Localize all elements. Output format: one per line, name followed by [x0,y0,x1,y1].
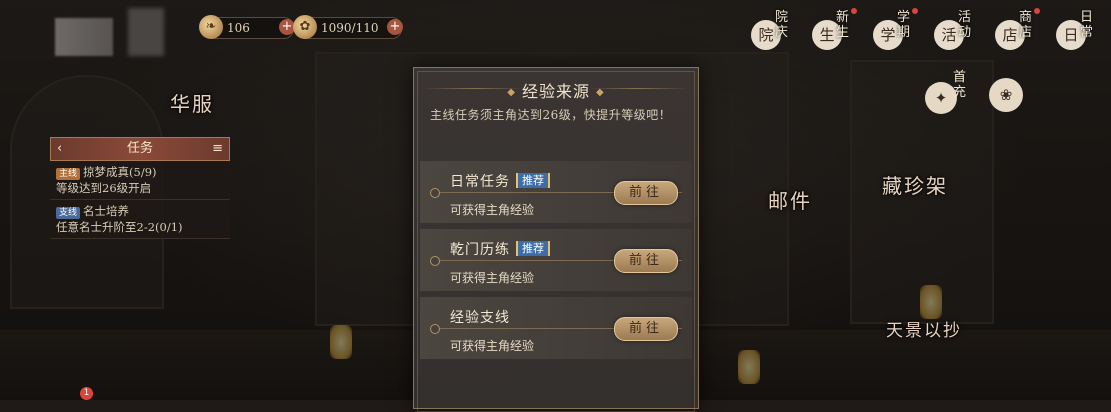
stamina-counter: ❧ 106 + [199,15,295,39]
nav-label: 新生 [836,10,850,40]
task-requirement: 任意名士升阶至2-2(0/1) [56,220,183,234]
stamina-value: 106 [227,21,250,35]
dialog-subtitle: 主线任务须主角达到26级，快提升等级吧！ [430,108,672,122]
mail-label[interactable]: 邮件 [768,185,812,214]
nav-label: 日常 [1080,10,1094,40]
ornament-icon: ◆ [507,87,516,98]
side-quest-tag: 支线 [56,207,81,219]
recommended-tag: 推荐 [516,241,550,256]
row-bullet [430,188,440,198]
source-row-exp-side[interactable]: 经验支线 可获得主角经验 前往 [420,297,692,359]
nav-shop[interactable]: 店 商店 [989,6,1044,56]
extra-side-button[interactable]: ❀ [989,78,1023,112]
go-button[interactable]: 前往 [614,317,678,341]
task-panel-header[interactable]: ‹ 任务 ≡ [50,137,230,161]
energy-value: 1090/110 [321,21,379,35]
nav-activity[interactable]: 活 活动 [928,6,983,56]
task-item-main[interactable]: 主线 掠梦成真(5/9) 等级达到26级开启 [50,161,230,200]
source-row-daily[interactable]: 日常任务 推荐 可获得主角经验 前往 [420,161,692,223]
main-quest-tag: 主线 [56,168,81,180]
menu-icon[interactable]: ≡ [212,138,223,160]
task-item-side[interactable]: 支线 名士培养 任意名士升阶至2-2(0/1) [50,200,230,239]
nav-daily[interactable]: 日 日常 [1050,6,1105,56]
notification-badge: 1 [80,387,93,400]
dialog-title: 经验来源 [521,82,590,101]
nav-label: 院庆 [775,10,789,40]
source-name: 乾门历练 推荐 [450,239,550,259]
top-navigation: 院 院庆 生 新生 学 学期 活 活动 店 商店 日 日常 [745,6,1105,56]
row-bullet [430,256,440,266]
nav-label: 学期 [897,10,911,40]
recommended-tag: 推荐 [516,173,550,188]
source-name-text: 日常任务 [450,174,510,190]
nav-label: 商店 [1019,10,1033,40]
add-energy-button[interactable]: + [387,19,403,35]
tianjing-label[interactable]: 天景以抄 [886,316,962,341]
player-avatar[interactable] [55,18,113,56]
nav-newborn[interactable]: 生 新生 [806,6,861,56]
task-requirement: 等级达到26级开启 [56,181,152,195]
dialog-title-wrap: ◆ 经验来源 ◆ [414,78,698,102]
first-charge-label: 首充 [953,70,967,100]
costume-label[interactable]: 华服 [170,88,214,117]
treasure-rack-label[interactable]: 藏珍架 [882,170,948,199]
source-desc: 可获得主角经验 [450,339,535,353]
task-title: 掠梦成真(5/9) [83,165,157,179]
notification-dot [1034,8,1040,14]
source-desc: 可获得主角经验 [450,271,535,285]
row-bullet [430,324,440,334]
source-name: 日常任务 推荐 [450,171,550,191]
energy-counter: ✿ 1090/110 + [293,15,403,39]
source-name-text: 乾门历练 [450,242,510,258]
source-name: 经验支线 [450,310,510,326]
notification-dot [912,8,918,14]
nav-courtyard[interactable]: 院 院庆 [745,6,800,56]
player-name-blurred [128,8,164,56]
notification-dot [851,8,857,14]
nav-semester[interactable]: 学 学期 [867,6,922,56]
leaf-icon: ❧ [199,15,223,39]
nav-label: 活动 [958,10,972,40]
lotus-icon: ❀ [999,86,1013,104]
go-button[interactable]: 前往 [614,249,678,273]
first-charge-button[interactable]: ✦ 首充 [925,70,975,120]
task-panel: ‹ 任务 ≡ 主线 掠梦成真(5/9) 等级达到26级开启 支线 名士培养 任意名士… [50,137,230,239]
task-panel-title: 任务 [126,141,153,156]
task-title: 名士培养 [83,204,130,218]
flower-icon: ✿ [293,15,317,39]
exp-source-dialog: ◆ 经验来源 ◆ 主线任务须主角达到26级，快提升等级吧！ 日常任务 推荐 可获得主角… [413,67,699,412]
chevron-left-icon[interactable]: ‹ [57,138,62,160]
ornament-icon: ◆ [596,87,605,98]
source-desc: 可获得主角经验 [450,203,535,217]
source-row-qianmen[interactable]: 乾门历练 推荐 可获得主角经验 前往 [420,229,692,291]
go-button[interactable]: 前往 [614,181,678,205]
